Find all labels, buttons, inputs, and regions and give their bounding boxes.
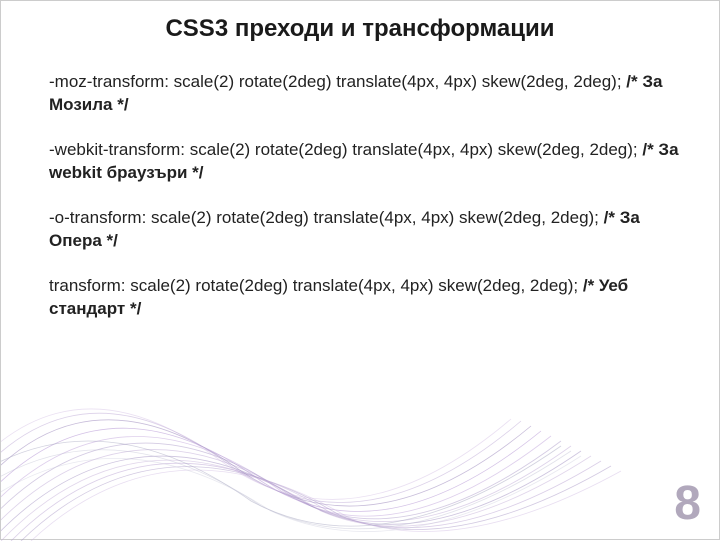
code-paragraph: -webkit-transform: scale(2) rotate(2deg)… [49, 139, 679, 185]
code-paragraph: -moz-transform: scale(2) rotate(2deg) tr… [49, 71, 679, 117]
code-paragraph: transform: scale(2) rotate(2deg) transla… [49, 275, 679, 321]
code-text: -o-transform: scale(2) rotate(2deg) tran… [49, 208, 604, 227]
code-text: -moz-transform: scale(2) rotate(2deg) tr… [49, 72, 626, 91]
logo-icon: 8 [674, 476, 701, 531]
code-text: transform: scale(2) rotate(2deg) transla… [49, 276, 583, 295]
slide-title: CSS3 преходи и трансформации [1, 15, 719, 43]
slide-body: -moz-transform: scale(2) rotate(2deg) tr… [1, 71, 719, 321]
code-paragraph: -o-transform: scale(2) rotate(2deg) tran… [49, 207, 679, 253]
code-text: -webkit-transform: scale(2) rotate(2deg)… [49, 140, 642, 159]
